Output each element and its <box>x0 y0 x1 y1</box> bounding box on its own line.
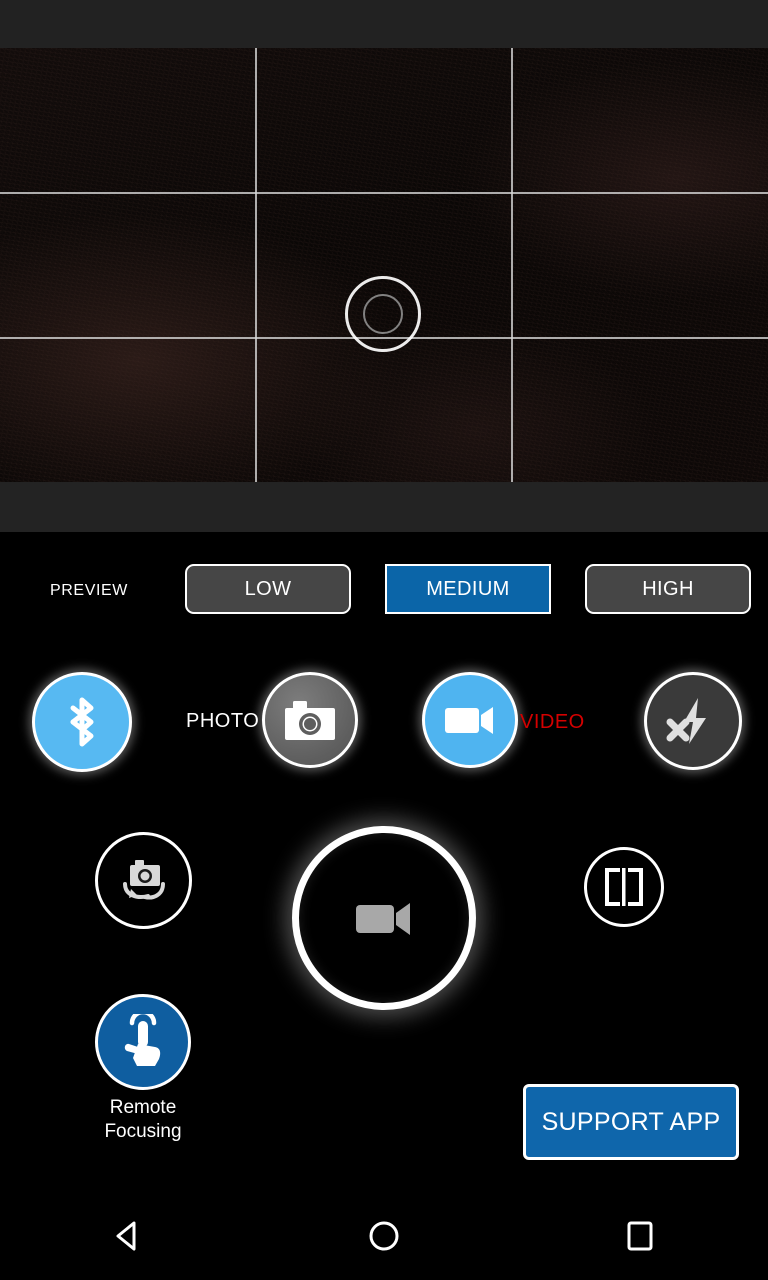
grid-line-horizontal-1 <box>0 192 768 194</box>
remote-focus-circle[interactable] <box>95 994 191 1090</box>
quality-option-medium[interactable]: MEDIUM <box>385 564 551 614</box>
nav-back-button[interactable] <box>0 1218 256 1254</box>
flash-off-icon <box>664 694 722 748</box>
camera-preview[interactable] <box>0 48 768 482</box>
remote-focusing-button[interactable]: Remote Focusing <box>95 994 395 1144</box>
preview-quality-label: PREVIEW <box>50 582 128 599</box>
focus-ring-inner-icon <box>363 294 403 334</box>
quality-option-low[interactable]: LOW <box>185 564 351 614</box>
recents-square-icon <box>624 1220 656 1252</box>
status-bar <box>0 0 768 48</box>
mirror-flip-icon <box>601 866 647 908</box>
photo-mode-label: PHOTO <box>186 710 260 732</box>
support-app-button[interactable]: SUPPORT APP <box>523 1084 739 1160</box>
preview-letterbox <box>0 482 768 532</box>
shutter-button[interactable] <box>292 826 476 1010</box>
back-triangle-icon <box>110 1218 146 1254</box>
camera-app-screen: PREVIEW LOW MEDIUM HIGH PHOTO VIDEO Remo… <box>0 0 768 1280</box>
nav-home-button[interactable] <box>256 1219 512 1253</box>
focus-ring-outer-icon <box>345 276 421 352</box>
video-camera-icon <box>353 897 415 939</box>
bluetooth-button[interactable] <box>32 672 132 772</box>
grid-line-vertical-1 <box>255 48 257 482</box>
camera-mode-row: PHOTO VIDEO <box>0 668 768 776</box>
android-navigation-bar <box>0 1192 768 1280</box>
remote-focus-label-line1: Remote <box>109 1097 177 1118</box>
bluetooth-icon <box>59 694 105 750</box>
video-mode-label: VIDEO <box>520 711 585 733</box>
remote-focus-label: Remote Focusing <box>95 1096 191 1144</box>
camera-controls-panel: PREVIEW LOW MEDIUM HIGH PHOTO VIDEO Remo… <box>0 532 768 1192</box>
remote-focus-label-line2: Focusing <box>104 1121 182 1142</box>
video-mode-button[interactable] <box>422 672 518 768</box>
home-circle-icon <box>367 1219 401 1253</box>
photo-mode-button[interactable] <box>262 672 358 768</box>
nav-recents-button[interactable] <box>512 1220 768 1252</box>
grid-line-vertical-2 <box>511 48 513 482</box>
preview-image <box>0 48 768 482</box>
mirror-flip-button[interactable] <box>584 847 664 927</box>
preview-quality-row: PREVIEW LOW MEDIUM HIGH <box>0 564 768 620</box>
photo-camera-icon <box>283 698 337 742</box>
flash-toggle-button[interactable] <box>644 672 742 770</box>
touch-tap-icon <box>119 1014 167 1070</box>
switch-camera-icon <box>115 857 173 905</box>
video-camera-icon <box>443 702 497 738</box>
switch-camera-button[interactable] <box>95 832 192 929</box>
quality-option-high[interactable]: HIGH <box>585 564 751 614</box>
